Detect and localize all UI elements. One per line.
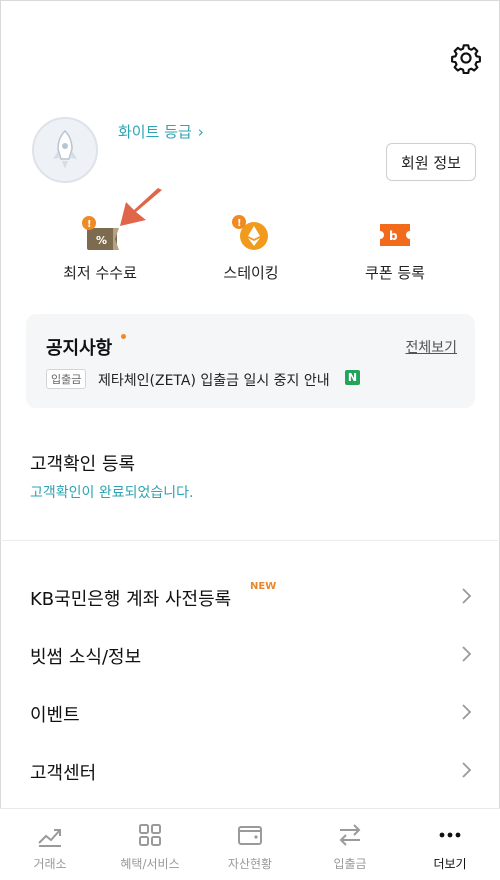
quick-coupon[interactable]: b 쿠폰 등록 xyxy=(330,212,460,282)
tab-label: 입출금 xyxy=(333,857,367,871)
quick-coupon-label: 쿠폰 등록 xyxy=(365,264,425,282)
notice-card: 공지사항 전체보기 입출금 제타체인(ZETA) 입출금 일시 중지 안내 N xyxy=(26,314,475,408)
quick-staking-label: 스테이킹 xyxy=(223,264,279,282)
svg-text:b: b xyxy=(389,229,398,243)
tab-assets[interactable]: 자산현황 xyxy=(200,809,300,879)
menu-item-label: 고객센터 xyxy=(30,763,97,784)
quick-staking[interactable]: ! 스테이킹 xyxy=(186,212,316,282)
section-divider xyxy=(0,540,500,541)
kyc-title[interactable]: 고객확인 등록 xyxy=(30,450,135,476)
notice-item-link[interactable]: 제타체인(ZETA) 입출금 일시 중지 안내 xyxy=(98,370,330,390)
transfer-icon xyxy=(339,824,361,846)
tab-exchange[interactable]: 거래소 xyxy=(0,809,100,879)
chevron-right-icon xyxy=(462,646,472,662)
kyc-status: 고객확인이 완료되었습니다. xyxy=(30,485,194,501)
coupon-icon: b xyxy=(380,224,410,246)
chevron-right-icon xyxy=(462,762,472,778)
gear-icon xyxy=(451,44,481,75)
notice-title: 공지사항 xyxy=(46,338,113,359)
chevron-right-icon xyxy=(462,588,472,604)
notice-view-all-link[interactable]: 전체보기 xyxy=(405,337,457,357)
grade-label: 화이트 등급 xyxy=(118,123,192,141)
wallet-icon xyxy=(238,826,262,845)
chevron-right-icon: › xyxy=(197,123,204,141)
menu-item-kb-account[interactable]: KB국민은행 계좌 사전등록 NEW xyxy=(0,571,500,621)
settings-button[interactable] xyxy=(450,42,482,75)
svg-text:!: ! xyxy=(237,218,242,229)
tab-label: 혜택/서비스 xyxy=(120,857,180,871)
notice-new-badge: N xyxy=(345,370,360,385)
tab-label: 자산현황 xyxy=(227,857,273,871)
grid-icon xyxy=(139,824,161,846)
tab-label: 더보기 xyxy=(433,857,467,871)
menu-item-bithumb-news[interactable]: 빗썸 소식/정보 xyxy=(0,629,500,679)
fee-ticket-icon: % ! xyxy=(82,216,119,250)
more-icon xyxy=(439,832,461,838)
tab-deposit-withdraw[interactable]: 입출금 xyxy=(300,809,400,879)
menu-item-event[interactable]: 이벤트 xyxy=(0,687,500,737)
tab-more[interactable]: 더보기 xyxy=(400,809,500,879)
quick-lowest-fee[interactable]: % ! 최저 수수료 xyxy=(35,212,165,282)
avatar xyxy=(32,117,98,183)
menu-item-label: 빗썸 소식/정보 xyxy=(30,647,142,668)
svg-text:%: % xyxy=(96,234,107,247)
menu-item-customer-center[interactable]: 고객센터 xyxy=(0,745,500,795)
tab-label: 거래소 xyxy=(33,857,67,871)
member-info-button[interactable]: 회원 정보 xyxy=(386,143,476,181)
notice-new-dot xyxy=(121,334,126,339)
grade-link[interactable]: 화이트 등급 › xyxy=(118,121,204,142)
tab-benefits[interactable]: 혜택/서비스 xyxy=(100,809,200,879)
new-badge: NEW xyxy=(250,581,277,592)
quick-lowest-fee-label: 최저 수수료 xyxy=(63,264,137,282)
menu-item-label: 이벤트 xyxy=(30,705,80,726)
ethereum-coin-icon: ! xyxy=(232,215,268,250)
notice-category-tag: 입출금 xyxy=(46,369,87,389)
chevron-right-icon xyxy=(462,704,472,720)
alert-badge: ! xyxy=(87,219,92,230)
rocket-icon xyxy=(53,129,77,169)
bottom-tab-bar: 거래소 혜택/서비스 자산현황 입출금 더보기 xyxy=(0,808,500,880)
chart-icon xyxy=(38,829,61,847)
menu-item-label: KB국민은행 계좌 사전등록 xyxy=(30,589,232,610)
